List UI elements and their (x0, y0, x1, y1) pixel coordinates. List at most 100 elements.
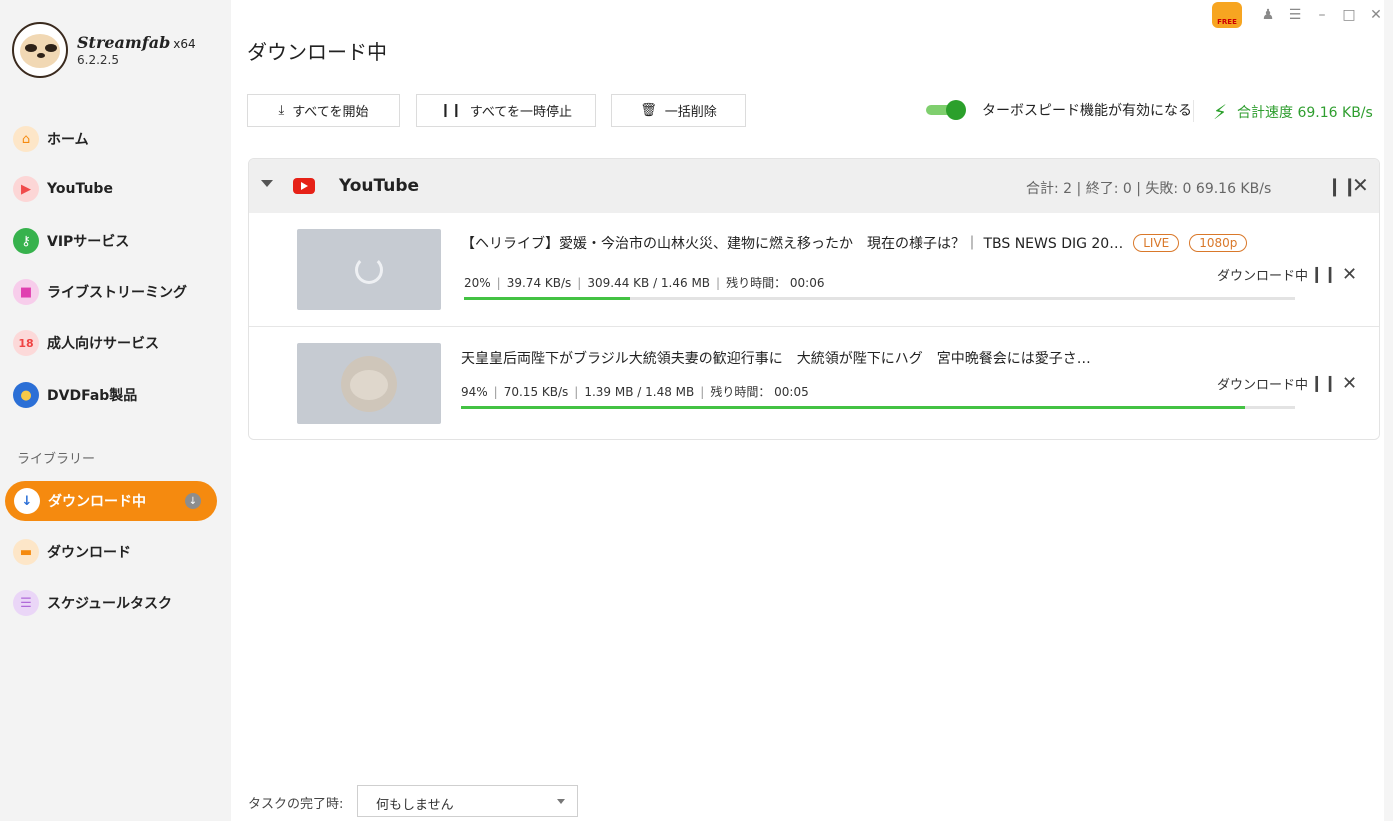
adult-18-icon: 18 (13, 330, 39, 356)
scrollbar[interactable] (1384, 0, 1393, 821)
minimize-icon[interactable]: – (1311, 7, 1333, 23)
download-group: YouTube 合計: 2 | 終了: 0 | 失敗: 0 69.16 KB/s… (248, 158, 1380, 440)
task-title-text: 【ヘリライブ】愛媛・今治市の山林火災、建物に燃え移ったか 現在の様子は？｜ TB… (461, 236, 1124, 252)
app-version: 6.2.2.5 (77, 52, 119, 67)
download-task: 天皇皇后両陛下がブラジル大統領夫妻の歓迎行事に 大統領が陛下にハグ 宮中晩餐会に… (249, 327, 1379, 439)
task-stats: 20% | 39.74 KB/s | 309.44 KB / 1.46 MB | 残り時間：… (464, 276, 825, 290)
task-speed: 39.74 KB/s (506, 276, 572, 290)
key-icon: ⚷ (13, 228, 39, 254)
free-badge-icon[interactable]: FREE (1212, 2, 1242, 28)
folder-icon: ▬ (13, 539, 39, 565)
sidebar-item-schedule[interactable]: ☰ スケジュールタスク (0, 583, 231, 623)
sloth-logo-icon (12, 22, 68, 78)
progress-fill (464, 297, 631, 300)
sidebar-item-label: DVDFab製品 (47, 388, 138, 404)
download-arrow-icon: ↓ (14, 488, 40, 514)
task-stats: 94% | 70.15 KB/s | 1.39 MB / 1.48 MB | 残り時間： 0… (461, 385, 809, 399)
task-title-text: 天皇皇后両陛下がブラジル大統領夫妻の歓迎行事に 大統領が陛下にハグ 宮中晩餐会に… (461, 351, 1091, 367)
completion-action-select[interactable]: 何もしません (357, 785, 578, 817)
sidebar-item-label: ダウンロード中 (48, 494, 146, 510)
sidebar: Streamfab x64 6.2.2.5 ⌂ ホーム ▶ YouTube ⚷ V… (0, 0, 231, 821)
page-title: ダウンロード中 (247, 40, 387, 64)
completion-select-value: 何もしません (376, 798, 454, 813)
task-remaining: 残り時間： 00:06 (726, 276, 825, 290)
completion-label: タスクの完了時: (248, 797, 344, 812)
app-logo: Streamfab x64 6.2.2.5 (12, 22, 196, 78)
sidebar-item-youtube[interactable]: ▶ YouTube (0, 169, 231, 209)
task-speed: 70.15 KB/s (503, 385, 569, 399)
sidebar-item-downloading[interactable]: ↓ ダウンロード中 ↓ (5, 481, 217, 521)
turbo-toggle[interactable] (926, 99, 968, 121)
start-all-label: すべてを開始 (292, 105, 369, 120)
library-section-title: ライブラリー (17, 452, 96, 467)
task-pause-icon[interactable]: ❙❙ (1310, 373, 1337, 392)
sidebar-item-home[interactable]: ⌂ ホーム (0, 119, 231, 159)
window-controls: FREE ♟ ☰ – □ ✕ (1212, 2, 1387, 28)
download-task: 【ヘリライブ】愛媛・今治市の山林火災、建物に燃え移ったか 現在の様子は？｜ TB… (249, 213, 1379, 327)
sidebar-item-label: VIPサービス (47, 234, 130, 250)
sloth-placeholder-icon (341, 356, 397, 412)
sidebar-item-dvdfab[interactable]: ● DVDFab製品 (0, 375, 231, 415)
live-tag: LIVE (1133, 234, 1180, 252)
progress-bar (461, 406, 1295, 409)
sidebar-item-label: ライブストリーミング (47, 285, 187, 301)
pause-icon: ❙❙ (439, 103, 462, 118)
sidebar-item-live-streaming[interactable]: ■ ライブストリーミング (0, 272, 231, 312)
delete-all-button[interactable]: 🗑 一括削除 (611, 94, 746, 127)
video-thumbnail (297, 343, 441, 424)
total-speed-label: 合計速度 69.16 KB/s (1237, 105, 1373, 121)
maximize-icon[interactable]: □ (1338, 7, 1360, 23)
task-pause-icon[interactable]: ❙❙ (1310, 264, 1337, 283)
collapse-caret-icon[interactable] (261, 180, 273, 187)
task-percent: 20% (464, 276, 491, 290)
dvdfab-icon: ● (13, 382, 39, 408)
group-name: YouTube (339, 176, 420, 196)
theme-icon[interactable]: ♟ (1257, 7, 1279, 23)
app-arch: x64 (173, 36, 196, 51)
sidebar-item-downloaded[interactable]: ▬ ダウンロード (0, 532, 231, 572)
download-icon: ⤓ (278, 103, 285, 118)
task-title: 天皇皇后両陛下がブラジル大統領夫妻の歓迎行事に 大統領が陛下にハグ 宮中晩餐会に… (461, 348, 1091, 368)
menu-icon[interactable]: ☰ (1284, 7, 1306, 23)
divider (1193, 100, 1194, 122)
task-percent: 94% (461, 385, 488, 399)
video-thumbnail (297, 229, 441, 310)
video-camera-icon: ■ (13, 279, 39, 305)
lightning-icon: ⚡ (1213, 100, 1228, 124)
task-close-icon[interactable]: ✕ (1342, 264, 1357, 285)
task-status: ダウンロード中 (1217, 269, 1309, 284)
turbo-speed-setting: ターボスピード機能が有効になる (926, 99, 1192, 121)
progress-bar (464, 297, 1295, 300)
start-all-button[interactable]: ⤓ すべてを開始 (247, 94, 400, 127)
pause-all-button[interactable]: ❙❙ すべてを一時停止 (416, 94, 596, 127)
youtube-logo-icon (293, 178, 315, 194)
pause-all-label: すべてを一時停止 (469, 105, 573, 120)
dropdown-arrow-icon (557, 799, 565, 804)
turbo-label: ターボスピード機能が有効になる (982, 103, 1192, 119)
task-remaining: 残り時間： 00:05 (710, 385, 809, 399)
task-title: 【ヘリライブ】愛媛・今治市の山林火災、建物に燃え移ったか 現在の様子は？｜ TB… (461, 233, 1248, 253)
group-header: YouTube 合計: 2 | 終了: 0 | 失敗: 0 69.16 KB/s… (249, 159, 1379, 213)
sidebar-item-label: ダウンロード (47, 545, 131, 561)
sidebar-item-vip[interactable]: ⚷ VIPサービス (0, 221, 231, 261)
sidebar-item-label: 成人向けサービス (47, 336, 159, 352)
group-close-icon[interactable]: ✕ (1352, 173, 1369, 197)
task-size: 309.44 KB / 1.46 MB (587, 276, 711, 290)
quality-tag: 1080p (1189, 234, 1248, 252)
home-icon: ⌂ (13, 126, 39, 152)
group-stats: 合計: 2 | 終了: 0 | 失敗: 0 69.16 KB/s (1026, 181, 1272, 197)
app-name: Streamfab (77, 32, 171, 52)
schedule-icon: ☰ (13, 590, 39, 616)
sidebar-item-label: YouTube (47, 181, 113, 197)
task-close-icon[interactable]: ✕ (1342, 373, 1357, 394)
sidebar-item-label: ホーム (47, 132, 89, 148)
trash-icon: 🗑 (640, 103, 657, 118)
delete-all-label: 一括削除 (664, 105, 717, 120)
sidebar-item-label: スケジュールタスク (47, 596, 173, 612)
task-size: 1.39 MB / 1.48 MB (584, 385, 695, 399)
loading-spinner-icon (355, 256, 383, 284)
youtube-icon: ▶ (13, 176, 39, 202)
task-status: ダウンロード中 (1217, 378, 1309, 393)
progress-fill (461, 406, 1245, 409)
sidebar-item-adult[interactable]: 18 成人向けサービス (0, 323, 231, 363)
